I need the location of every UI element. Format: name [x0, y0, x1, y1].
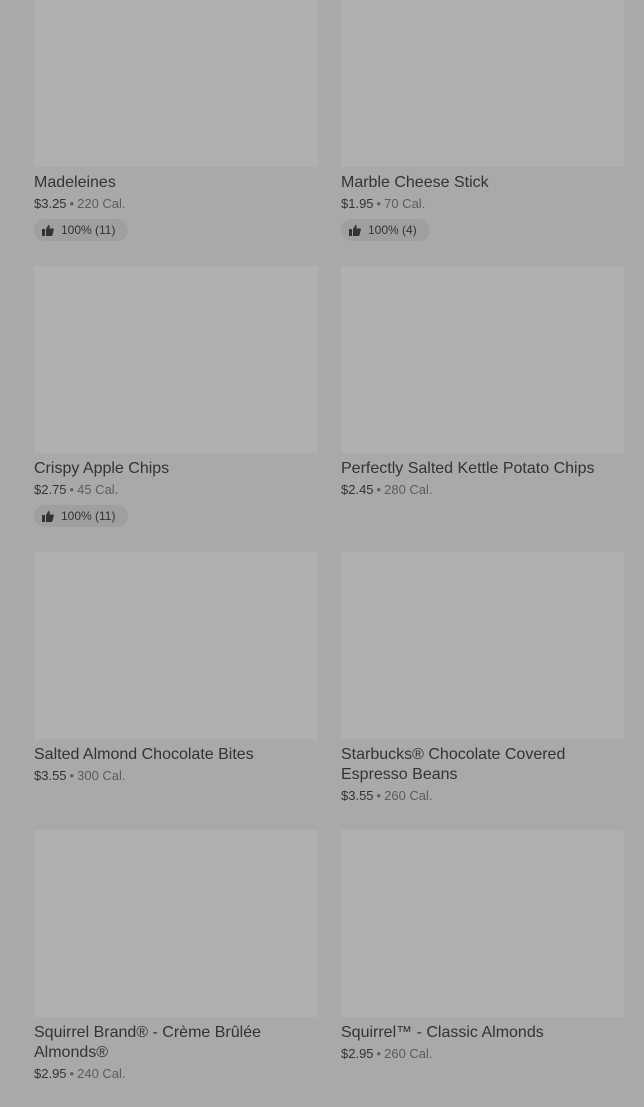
item-name: Perfectly Salted Kettle Potato Chips [341, 460, 595, 477]
thumbs-up-icon [349, 224, 361, 236]
menu-item-card[interactable]: Squirrel™ - Classic Almonds $2.95 • 260 Ca… [341, 830, 625, 1063]
menu-item-card[interactable]: Marble Cheese Stick $1.95 • 70 Cal. 100% (… [341, 0, 625, 241]
item-image[interactable] [34, 266, 318, 453]
item-price: $2.75 [34, 482, 67, 497]
meta-separator: • [376, 1046, 382, 1061]
item-price: $3.55 [341, 788, 374, 803]
item-name: Starbucks® Chocolate Covered Espresso Be… [341, 746, 566, 783]
item-price: $3.25 [34, 196, 67, 211]
menu-item-card[interactable]: Crispy Apple Chips $2.75 • 45 Cal. 100% (1… [34, 266, 318, 527]
item-meta: $1.95 • 70 Cal. [341, 195, 625, 213]
meta-separator: • [69, 196, 75, 211]
item-calories: 45 Cal. [77, 482, 119, 497]
item-price: $3.55 [34, 768, 67, 783]
item-image[interactable] [34, 830, 318, 1017]
rating-badge: 100% (4) [341, 219, 430, 241]
item-meta: $2.95 • 260 Cal. [341, 1045, 625, 1063]
rating-text: 100% (11) [61, 509, 116, 523]
item-image[interactable] [341, 552, 624, 739]
meta-separator: • [376, 196, 382, 211]
meta-separator: • [69, 1066, 75, 1081]
item-image[interactable] [34, 0, 318, 167]
item-meta: $2.95 • 240 Cal. [34, 1065, 318, 1083]
item-calories: 220 Cal. [77, 196, 126, 211]
meta-separator: • [69, 482, 75, 497]
item-meta: $3.55 • 300 Cal. [34, 767, 318, 785]
item-name: Squirrel Brand® - Crème Brûlée Almonds® [34, 1024, 261, 1061]
item-image[interactable] [34, 552, 318, 739]
meta-separator: • [376, 482, 382, 497]
item-name: Salted Almond Chocolate Bites [34, 746, 254, 763]
item-price: $1.95 [341, 196, 374, 211]
item-calories: 260 Cal. [384, 1046, 433, 1061]
item-calories: 300 Cal. [77, 768, 126, 783]
rating-badge: 100% (11) [34, 219, 128, 241]
meta-separator: • [69, 768, 75, 783]
item-image[interactable] [341, 266, 624, 453]
rating-text: 100% (11) [61, 223, 116, 237]
item-name: Madeleines [34, 174, 116, 191]
rating-text: 100% (4) [368, 223, 417, 237]
item-price: $2.95 [341, 1046, 374, 1061]
rating-badge: 100% (11) [34, 505, 128, 527]
item-name: Squirrel™ - Classic Almonds [341, 1024, 544, 1041]
menu-item-card[interactable]: Squirrel Brand® - Crème Brûlée Almonds® … [34, 830, 318, 1083]
item-image[interactable] [341, 0, 624, 167]
item-calories: 70 Cal. [384, 196, 426, 211]
item-meta: $2.45 • 280 Cal. [341, 481, 625, 499]
item-image[interactable] [341, 830, 624, 1017]
item-name: Marble Cheese Stick [341, 174, 489, 191]
item-meta: $2.75 • 45 Cal. [34, 481, 318, 499]
item-price: $2.45 [341, 482, 374, 497]
item-calories: 260 Cal. [384, 788, 433, 803]
thumbs-up-icon [42, 224, 54, 236]
item-calories: 240 Cal. [77, 1066, 126, 1081]
item-meta: $3.25 • 220 Cal. [34, 195, 318, 213]
item-price: $2.95 [34, 1066, 67, 1081]
menu-item-card[interactable]: Madeleines $3.25 • 220 Cal. 100% (11) [34, 0, 318, 241]
menu-item-card[interactable]: Starbucks® Chocolate Covered Espresso Be… [341, 552, 625, 805]
menu-item-card[interactable]: Perfectly Salted Kettle Potato Chips $2.… [341, 266, 625, 499]
menu-item-card[interactable]: Salted Almond Chocolate Bites $3.55 • 300 … [34, 552, 318, 785]
item-name: Crispy Apple Chips [34, 460, 170, 477]
item-calories: 280 Cal. [384, 482, 433, 497]
menu-grid: Madeleines $3.25 • 220 Cal. 100% (11) Marb… [0, 0, 644, 1107]
meta-separator: • [376, 788, 382, 803]
thumbs-up-icon [42, 510, 54, 522]
item-meta: $3.55 • 260 Cal. [341, 787, 625, 805]
